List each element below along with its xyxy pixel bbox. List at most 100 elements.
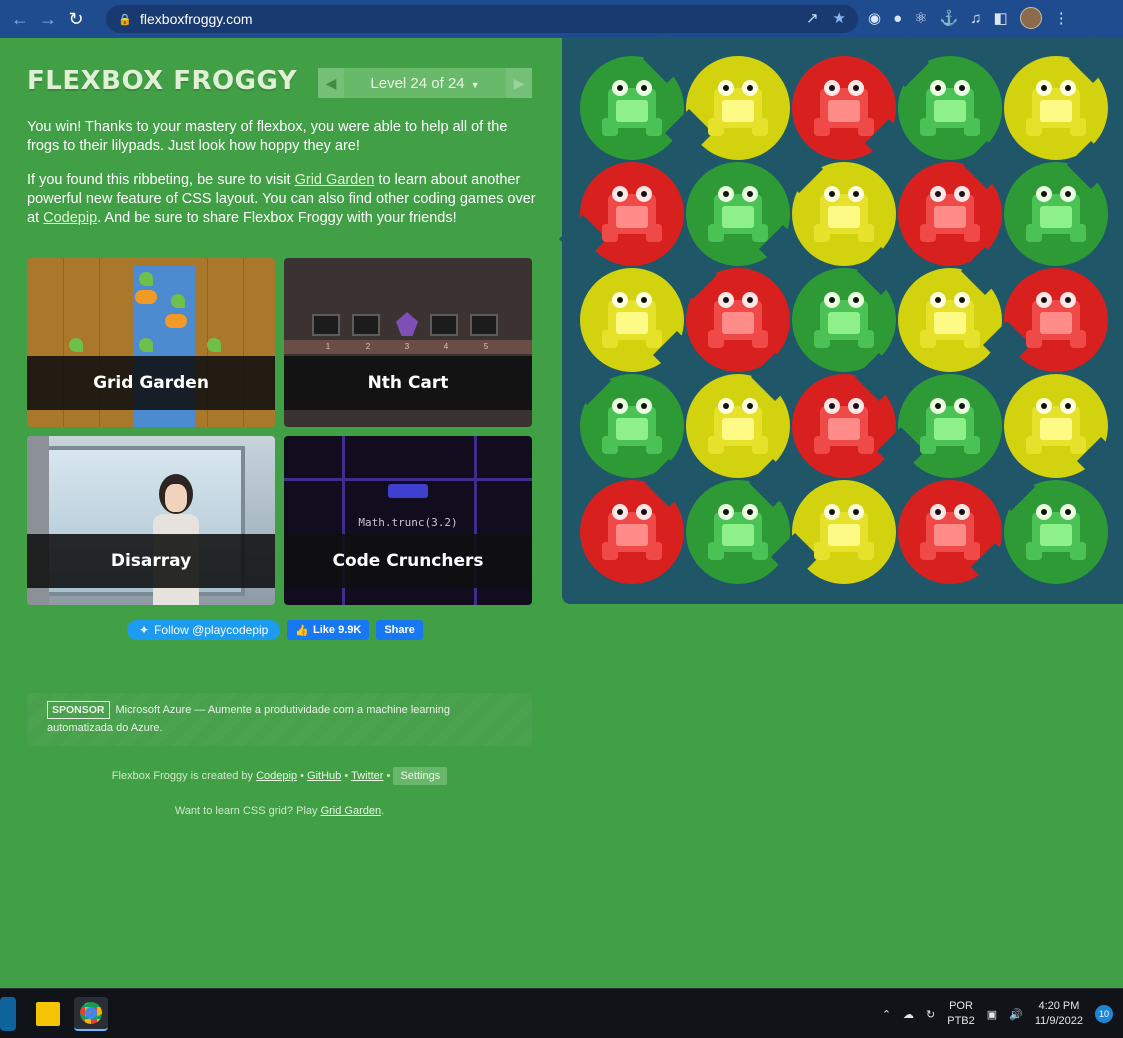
- frog-eye: [954, 292, 970, 308]
- game-card-nth-cart[interactable]: 1 2 3 4 5 Nth Cart: [284, 258, 532, 427]
- chevron-up-icon[interactable]: ⌃: [882, 1008, 891, 1021]
- frog-yellow: [1026, 80, 1086, 136]
- footer-twitter-link[interactable]: Twitter: [351, 770, 383, 782]
- clock[interactable]: 4:20 PM 11/9/2022: [1035, 999, 1083, 1029]
- frog-yellow: [814, 504, 874, 560]
- frog-eye: [954, 80, 970, 96]
- cart-number: 5: [483, 342, 489, 351]
- grid-line: [284, 478, 532, 481]
- frog-eye: [742, 398, 758, 414]
- frog-red: [814, 398, 874, 454]
- footer-grid-garden-link[interactable]: Grid Garden: [321, 805, 382, 817]
- lilypad-cell-green: [686, 458, 798, 584]
- next-level-button[interactable]: ▶: [506, 68, 532, 98]
- volume-icon[interactable]: 🔊: [1009, 1008, 1023, 1021]
- menu-kebab-icon[interactable]: ⋮: [1054, 9, 1069, 27]
- twitter-follow-button[interactable]: ✦ Follow @playcodepip: [127, 620, 281, 640]
- frog-green: [602, 398, 662, 454]
- frog-belly: [722, 100, 754, 122]
- win-message: You win! Thanks to your mastery of flexb…: [27, 119, 508, 154]
- chrome-taskbar-button[interactable]: [74, 997, 108, 1031]
- footer-codepip-link[interactable]: Codepip: [256, 770, 297, 782]
- language-indicator[interactable]: POR PTB2: [947, 999, 975, 1029]
- level-indicator[interactable]: Level 24 of 24 ▼: [344, 75, 506, 92]
- frog-belly: [616, 418, 648, 440]
- lock-icon: 🔒: [118, 13, 132, 26]
- back-icon[interactable]: ←: [6, 5, 34, 33]
- frog-green: [602, 80, 662, 136]
- extension-react-icon[interactable]: ⚛: [914, 9, 927, 27]
- game-title: Disarray: [27, 534, 275, 588]
- frog-red: [708, 292, 768, 348]
- facebook-like-button[interactable]: 👍 Like 9.9K: [287, 620, 370, 640]
- windows-taskbar: ⌃ ☁ ↻ POR PTB2 ▣ 🔊 4:20 PM 11/9/2022 10: [0, 988, 1123, 1038]
- frog-belly: [934, 206, 966, 228]
- media-control-icon[interactable]: ♫: [970, 10, 981, 27]
- settings-button[interactable]: Settings: [393, 767, 448, 785]
- sync-icon[interactable]: ↻: [926, 1008, 935, 1021]
- lilypad-cell-yellow: [898, 246, 1010, 372]
- facebook-share-button[interactable]: Share: [376, 620, 423, 640]
- social-buttons: ✦ Follow @playcodepip 👍 Like 9.9K Share: [127, 620, 423, 640]
- game-card-grid-garden[interactable]: Grid Garden: [27, 258, 275, 427]
- instructions-panel: FLEXBOX FROGGY ◀ Level 24 of 24 ▼ ▶ You w…: [0, 38, 562, 988]
- frog-eye: [636, 504, 652, 520]
- carrot-icon: [135, 290, 157, 304]
- frog-eye: [612, 292, 628, 308]
- extension-grammar-icon[interactable]: ◉: [868, 9, 881, 27]
- frog-green: [814, 292, 874, 348]
- frog-eye: [612, 80, 628, 96]
- twitter-follow-label: Follow @playcodepip: [154, 623, 269, 637]
- cart-icon: [352, 314, 380, 336]
- frog-eye: [824, 504, 840, 520]
- sprout-icon: [69, 338, 83, 352]
- frog-eye: [636, 80, 652, 96]
- frog-eye: [612, 398, 628, 414]
- sprout-icon: [207, 338, 221, 352]
- frog-eye: [824, 186, 840, 202]
- lilypad-cell-red: [792, 352, 904, 478]
- frog-belly: [934, 100, 966, 122]
- vscode-icon[interactable]: [0, 997, 16, 1031]
- frog-eye: [742, 292, 758, 308]
- lilypad-cell-red: [792, 56, 914, 168]
- cart-number: 4: [443, 342, 449, 351]
- frog-eye: [1036, 292, 1052, 308]
- extensions-puzzle-icon[interactable]: ⚓: [940, 9, 959, 27]
- pond-board: [558, 34, 1123, 604]
- address-bar[interactable]: 🔒 flexboxfroggy.com ↗ ★: [106, 5, 858, 33]
- lilypad-cell-green: [686, 162, 808, 274]
- network-icon[interactable]: ▣: [987, 1008, 997, 1021]
- games-grid: Grid Garden 1 2 3 4 5 Nth Cart Disarray …: [27, 258, 532, 605]
- keyboard-layout: PTB2: [947, 1015, 975, 1027]
- grid-garden-link[interactable]: Grid Garden: [295, 172, 375, 188]
- cart-icon: [430, 314, 458, 336]
- extension-mic-icon[interactable]: ●: [893, 10, 902, 27]
- game-card-code-crunchers[interactable]: Math.trunc(3.2) Code Crunchers: [284, 436, 532, 605]
- sprout-icon: [139, 272, 153, 286]
- codepip-link[interactable]: Codepip: [43, 210, 97, 226]
- side-panel-icon[interactable]: ◧: [994, 9, 1008, 27]
- prev-level-button[interactable]: ◀: [318, 68, 344, 98]
- footer-learn-text: Want to learn CSS grid? Play: [174, 805, 318, 817]
- sponsor-banner[interactable]: SPONSOR Microsoft Azure — Aumente a produ…: [27, 693, 532, 746]
- frog-belly: [722, 524, 754, 546]
- onedrive-icon[interactable]: ☁: [903, 1008, 914, 1021]
- forward-icon[interactable]: →: [34, 5, 62, 33]
- profile-avatar[interactable]: [1019, 7, 1042, 29]
- frog-eye: [1036, 80, 1052, 96]
- frog-green: [1026, 504, 1086, 560]
- sticky-notes-icon[interactable]: [36, 1002, 60, 1026]
- game-title: Nth Cart: [284, 356, 532, 410]
- footer-github-link[interactable]: GitHub: [307, 770, 341, 782]
- bookmark-star-icon[interactable]: ★: [833, 9, 846, 27]
- game-card-disarray[interactable]: Disarray: [27, 436, 275, 605]
- frog-eye: [930, 80, 946, 96]
- reload-icon[interactable]: ↻: [62, 5, 90, 33]
- cart-icon: [312, 314, 340, 336]
- frog-eye: [1060, 292, 1076, 308]
- share-icon[interactable]: ↗: [806, 9, 819, 27]
- notification-badge[interactable]: 10: [1095, 1005, 1113, 1023]
- level-label-text: Level 24 of 24: [370, 74, 465, 92]
- frog-belly: [1040, 100, 1072, 122]
